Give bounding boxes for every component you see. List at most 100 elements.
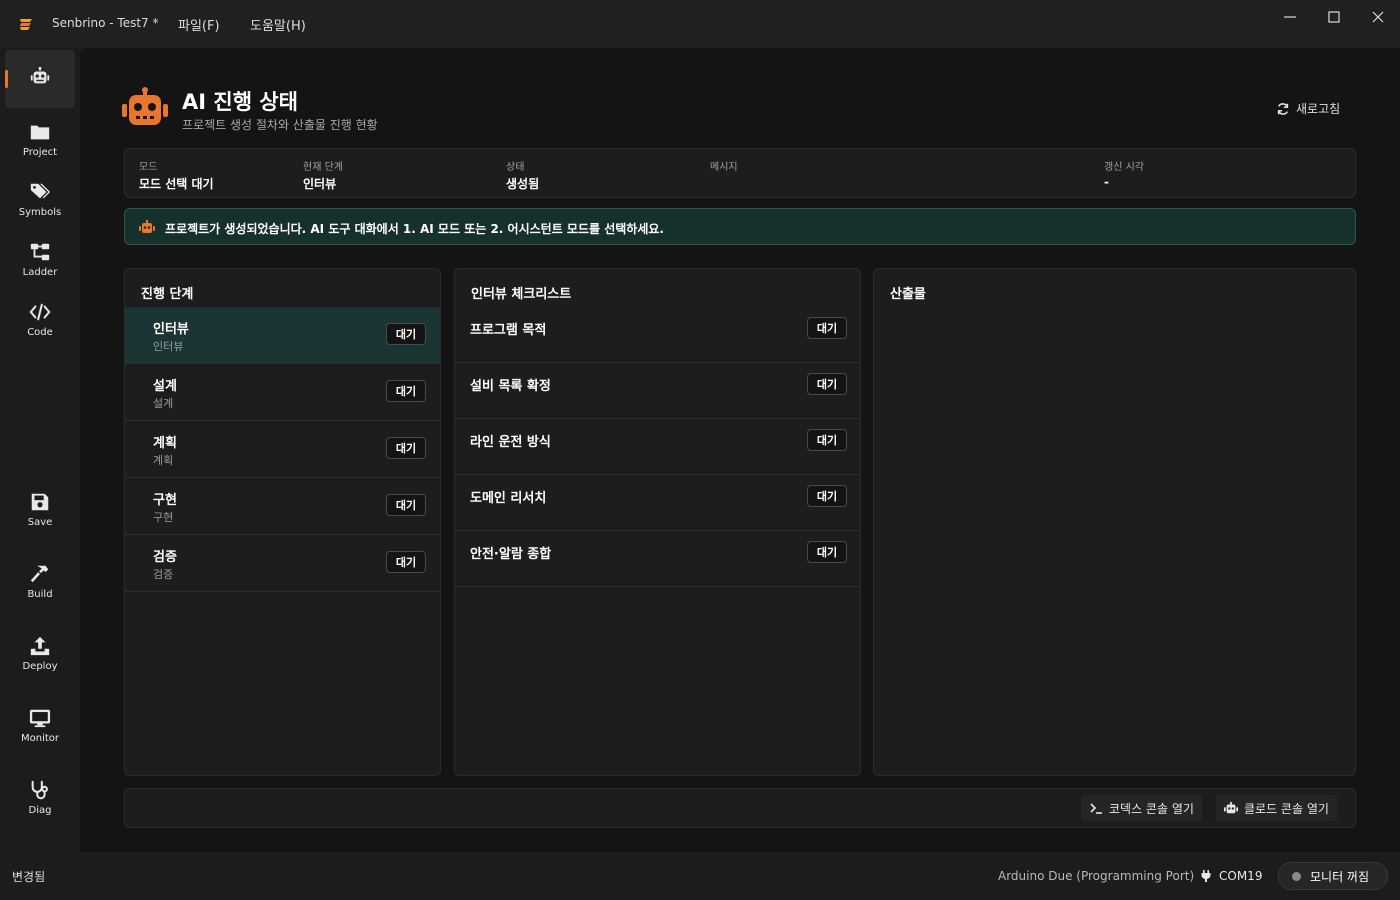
checklist-panel: 인터뷰 체크리스트 프로그램 목적 대기 설비 목록 확정 대기 라인 운전 방… [454,268,861,776]
maximize-icon[interactable] [1325,8,1343,26]
stage-name: 검증 [153,550,177,565]
button-label: 코덱스 콘솔 열기 [1109,801,1194,816]
sidebar-item-label: Save [27,516,53,528]
checklist-item[interactable]: 프로그램 목적 대기 [455,307,860,363]
stage-subtitle: 계획 [153,454,174,467]
status-bar: 변경됨 Arduino Due (Programming Port) COM19… [0,852,1400,900]
page-title: AI 진행 상태 [182,90,298,114]
panel-title: 인터뷰 체크리스트 [471,287,572,302]
status-badge: 대기 [807,429,847,451]
port-selector[interactable]: COM19 [1200,869,1262,883]
info-step: 현재 단계 인터뷰 [303,158,343,192]
checklist-item[interactable]: 도메인 리서치 대기 [455,475,860,531]
checklist-item[interactable]: 안전·알람 종합 대기 [455,531,860,587]
board-name[interactable]: Arduino Due (Programming Port) [998,869,1194,883]
monitor-icon [29,709,51,727]
terminal-icon [1090,803,1102,814]
status-badge: 대기 [807,317,847,339]
info-value: - [1104,175,1109,189]
robot-icon [122,87,168,125]
window-title: Senbrino - Test7 * [52,16,159,30]
sidebar-item-project[interactable]: Project [5,110,75,168]
sidebar-item-code[interactable]: Code [5,290,75,348]
open-codex-console-button[interactable]: 코덱스 콘솔 열기 [1081,795,1202,821]
checklist-item[interactable]: 라인 운전 방식 대기 [455,419,860,475]
info-updated: 갱신 시각 - [1104,158,1144,189]
tags-icon [30,183,51,198]
stages-panel: 진행 단계 인터뷰 인터뷰 대기 설계 설계 대기 계획 계획 대기 구현 구현… [124,268,441,776]
checklist-item-name: 도메인 리서치 [470,491,547,506]
sidebar-item-save[interactable]: Save [5,480,75,538]
stage-row-implement[interactable]: 구현 구현 대기 [125,478,440,535]
console-bar: 코덱스 콘솔 열기 클로드 콘솔 열기 [124,788,1356,828]
panel-title: 진행 단계 [141,287,194,302]
checklist-item-name: 설비 목록 확정 [470,379,551,394]
stage-subtitle: 검증 [153,568,174,581]
sidebar-item-label: Project [22,146,58,158]
sidebar-item-monitor[interactable]: Monitor [5,696,75,754]
checklist-item[interactable]: 설비 목록 확정 대기 [455,363,860,419]
refresh-button[interactable]: 새로고침 [1276,100,1340,117]
sidebar-item-ladder[interactable]: Ladder [5,230,75,288]
close-icon[interactable] [1369,8,1387,26]
sidebar-item-build[interactable]: Build [5,552,75,610]
sidebar-item-label: Monitor [20,732,59,744]
robot-icon [30,66,50,84]
info-value: 모드 선택 대기 [139,177,214,191]
main-content: AI 진행 상태 프로젝트 생성 절차와 산출물 진행 현황 새로고침 모드 모… [80,48,1400,852]
app-logo-icon [20,19,32,30]
status-badge: 대기 [386,551,426,573]
status-badge: 대기 [386,437,426,459]
page-subtitle: 프로젝트 생성 절차와 산출물 진행 현황 [182,118,378,132]
button-label: 클로드 콘솔 열기 [1244,801,1329,816]
sidebar-item-label: Symbols [18,206,62,218]
sidebar-item-label: Ladder [22,266,58,278]
code-icon [29,303,51,320]
status-badge: 대기 [807,485,847,507]
sidebar-item-label: Code [27,326,53,338]
info-label: 현재 단계 [303,162,343,173]
sidebar-item-label: Build [27,588,53,600]
info-label: 상태 [506,162,525,173]
status-badge: 대기 [807,541,847,563]
minimize-icon[interactable] [1281,8,1299,26]
stage-name: 계획 [153,436,177,451]
info-message: 메시지 [710,158,738,175]
stage-name: 구현 [153,493,177,508]
checklist-item-name: 프로그램 목적 [470,323,547,338]
title-bar: Senbrino - Test7 * 파일(F) 도움말(H) [0,0,1400,48]
stage-name: 설계 [153,379,177,394]
status-badge: 대기 [386,494,426,516]
status-dot-icon [1292,871,1301,881]
monitor-toggle[interactable]: 모니터 꺼짐 [1278,862,1388,890]
refresh-label: 새로고침 [1296,102,1341,116]
banner-text: 프로젝트가 생성되었습니다. AI 도구 대화에서 1. AI 모드 또는 2.… [165,222,664,236]
stage-name: 인터뷰 [153,322,189,337]
port-label: COM19 [1219,869,1263,883]
network-icon [30,243,50,260]
open-claude-console-button[interactable]: 클로드 콘솔 열기 [1216,795,1337,821]
stage-subtitle: 설계 [153,397,174,410]
sidebar-item-deploy[interactable]: Deploy [5,624,75,682]
stage-row-interview[interactable]: 인터뷰 인터뷰 대기 [125,307,440,364]
refresh-icon [1277,102,1289,115]
notice-banner: 프로젝트가 생성되었습니다. AI 도구 대화에서 1. AI 모드 또는 2.… [124,208,1356,245]
info-status: 상태 생성됨 [506,158,539,192]
stage-subtitle: 구현 [153,511,174,524]
info-value: 인터뷰 [303,177,337,191]
sidebar-item-symbols[interactable]: Symbols [5,170,75,228]
sidebar-item-label: Diag [28,804,52,816]
sidebar-item-ai[interactable] [5,50,75,108]
menu-help[interactable]: 도움말(H) [250,15,306,34]
sidebar: Project Symbols Ladder Code Save Build D… [0,48,80,852]
stage-row-design[interactable]: 설계 설계 대기 [125,364,440,421]
sidebar-item-diag[interactable]: Diag [5,768,75,826]
status-badge: 대기 [807,373,847,395]
info-label: 메시지 [710,162,738,173]
menu-file[interactable]: 파일(F) [178,15,220,34]
stage-row-verify[interactable]: 검증 검증 대기 [125,535,440,592]
status-badge: 대기 [386,323,426,345]
info-value: 생성됨 [506,177,540,191]
save-icon [31,493,49,510]
stage-row-plan[interactable]: 계획 계획 대기 [125,421,440,478]
